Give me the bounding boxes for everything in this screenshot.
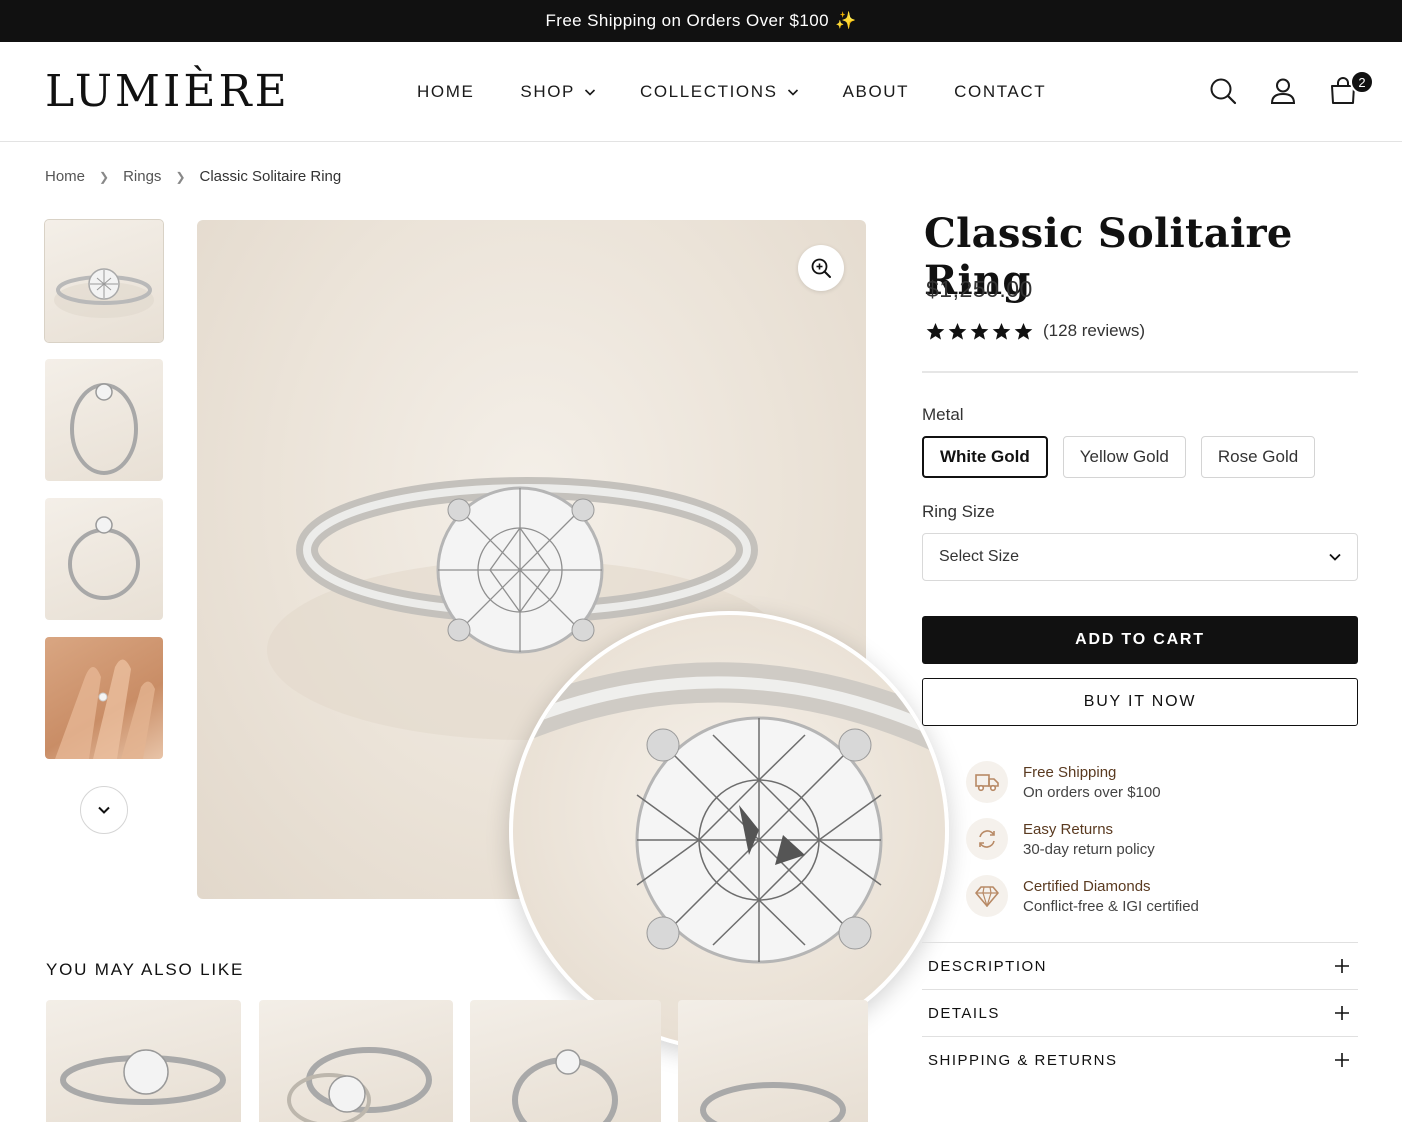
three-stone-ring-image (512, 1049, 618, 1122)
nav-shop-label: SHOP (520, 82, 575, 101)
bridal-set-image (287, 1047, 432, 1122)
zoom-icon (811, 258, 831, 278)
feature-subtitle: Conflict-free & IGI certified (1023, 897, 1199, 915)
nav-contact[interactable]: CONTACT (954, 82, 1046, 102)
accordion-description[interactable]: DESCRIPTION (922, 942, 1358, 989)
feature-title: Easy Returns (1023, 820, 1114, 838)
chevron-down-icon (584, 89, 596, 96)
product-accordion: DESCRIPTION DETAILS SHIPPING & RETURNS (922, 942, 1358, 1083)
cart-button[interactable]: 2 (1328, 70, 1374, 106)
accordion-shipping-returns[interactable]: SHIPPING & RETURNS (922, 1036, 1358, 1083)
metal-option-rose-gold[interactable]: Rose Gold (1200, 436, 1316, 478)
recommended-product-card[interactable] (259, 1000, 453, 1122)
announcement-text: Free Shipping on Orders Over $100 (545, 11, 829, 30)
chevron-down-icon (1329, 553, 1341, 561)
plus-icon (1335, 1053, 1349, 1067)
diamond-icon (966, 875, 1008, 917)
solitaire-ring-image (700, 1082, 846, 1122)
chevron-down-icon (787, 89, 798, 96)
feature-title: Free Shipping (1023, 763, 1117, 781)
nav-shop[interactable]: SHOP (520, 82, 596, 102)
product-price: $1,250.00 (926, 276, 1033, 302)
nav-collections-label: COLLECTIONS (639, 82, 778, 101)
account-icon[interactable] (1268, 76, 1298, 106)
chevron-down-icon (98, 806, 110, 814)
star-icon (970, 322, 989, 340)
feature-subtitle: On orders over $100 (1023, 783, 1161, 801)
plus-icon (1335, 1006, 1349, 1020)
add-to-cart-button[interactable]: ADD TO CART (922, 616, 1358, 664)
thumbnail-ring-top-view[interactable] (44, 219, 164, 343)
thumbnail-ring-side-view[interactable] (45, 359, 163, 481)
metal-option-white-gold[interactable]: White Gold (922, 436, 1048, 478)
feature-certified-diamonds: Certified Diamonds Conflict-free & IGI c… (966, 875, 1199, 917)
feature-list: Free Shipping On orders over $100 Easy R… (966, 761, 1199, 932)
review-count: (128 reviews) (1043, 321, 1146, 340)
breadcrumb: Home ❯ Rings ❯ Classic Solitaire Ring (45, 168, 341, 185)
ring-front-thumbnail-image (68, 516, 140, 600)
accordion-details[interactable]: DETAILS (922, 989, 1358, 1036)
sparkle-emoji: ✨ (834, 11, 857, 30)
thumbnail-ring-front-view[interactable] (45, 498, 163, 620)
ring-on-hand-thumbnail-image (55, 659, 155, 759)
metal-options: White Gold Yellow Gold Rose Gold (922, 436, 1316, 478)
returns-icon (966, 818, 1008, 860)
zoom-loupe (509, 611, 949, 1051)
accordion-label: DETAILS (928, 1004, 1000, 1022)
star-icon (992, 322, 1011, 340)
accordion-label: SHIPPING & RETURNS (928, 1051, 1118, 1069)
star-icon (948, 322, 967, 340)
feature-subtitle: 30-day return policy (1023, 840, 1155, 858)
ring-side-thumbnail-image (70, 383, 138, 475)
thumbnail-list (44, 219, 164, 834)
recommended-product-card[interactable] (678, 1000, 868, 1122)
nav-home-label: HOME (417, 82, 475, 101)
breadcrumb-separator-icon: ❯ (175, 169, 186, 184)
ring-top-thumbnail-image (54, 268, 154, 318)
search-icon[interactable] (1208, 76, 1238, 106)
thumbnails-scroll-down-button[interactable] (80, 786, 128, 834)
divider (922, 371, 1358, 373)
nav-contact-label: CONTACT (954, 82, 1047, 101)
main-nav: HOME SHOP COLLECTIONS ABOUT CONTACT (417, 82, 1046, 102)
nav-home[interactable]: HOME (417, 82, 474, 102)
recommended-product-card[interactable] (470, 1000, 661, 1122)
thumbnail-ring-on-hand[interactable] (45, 637, 163, 759)
breadcrumb-separator-icon: ❯ (99, 169, 110, 184)
truck-icon (966, 761, 1008, 803)
plus-icon (1335, 959, 1349, 973)
metal-label: Metal (922, 405, 964, 424)
feature-title: Certified Diamonds (1023, 877, 1151, 895)
accordion-label: DESCRIPTION (928, 957, 1048, 975)
feature-free-shipping: Free Shipping On orders over $100 (966, 761, 1199, 803)
zoom-button[interactable] (798, 245, 844, 291)
buy-now-button[interactable]: BUY IT NOW (922, 678, 1358, 726)
star-icon (926, 322, 945, 340)
breadcrumb-rings[interactable]: Rings (123, 168, 161, 185)
also-like-heading: YOU MAY ALSO LIKE (46, 960, 245, 979)
metal-option-yellow-gold[interactable]: Yellow Gold (1062, 436, 1186, 478)
breadcrumb-home[interactable]: Home (45, 168, 85, 185)
cart-count-badge: 2 (1350, 70, 1374, 94)
recommended-product-card[interactable] (46, 1000, 241, 1122)
star-icon (1014, 322, 1033, 340)
zoomed-diamond-illustration (513, 662, 945, 964)
announcement-bar: Free Shipping on Orders Over $100 ✨ (0, 0, 1402, 42)
nav-collections[interactable]: COLLECTIONS (640, 82, 799, 102)
feature-easy-returns: Easy Returns 30-day return policy (966, 818, 1199, 860)
halo-ring-image (60, 1049, 226, 1105)
product-rating[interactable]: (128 reviews) (926, 321, 1145, 341)
breadcrumb-current: Classic Solitaire Ring (199, 168, 342, 185)
nav-about-label: ABOUT (842, 82, 910, 101)
site-header: LUMIÈRE HOME SHOP COLLECTIONS ABOUT CONT… (0, 42, 1402, 142)
ring-size-label: Ring Size (922, 502, 995, 521)
rating-stars (926, 322, 1033, 341)
header-icons: 2 (1208, 70, 1374, 106)
ring-size-placeholder: Select Size (939, 548, 1020, 565)
brand-logo[interactable]: LUMIÈRE (45, 66, 290, 117)
ring-size-select[interactable]: Select Size (922, 533, 1358, 581)
nav-about[interactable]: ABOUT (843, 82, 910, 102)
